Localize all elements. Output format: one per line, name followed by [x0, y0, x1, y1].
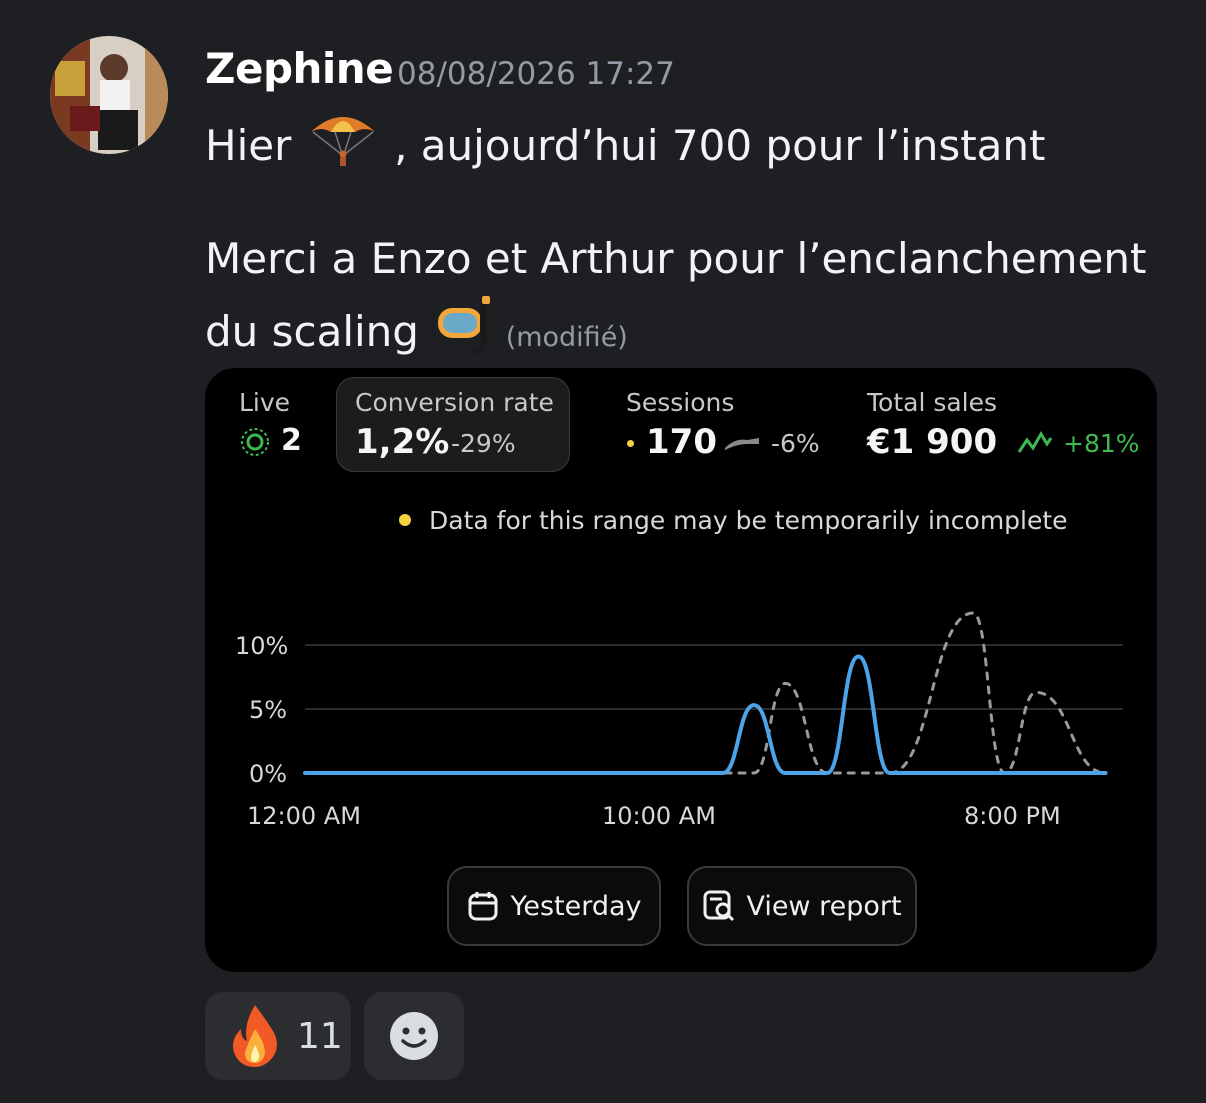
- message-timestamp: 08/08/2026 17:27: [397, 56, 675, 92]
- message-text: Hier: [205, 121, 292, 170]
- add-reaction-smiley-icon: [390, 1012, 438, 1060]
- reaction-count: 11: [297, 1015, 343, 1057]
- report-search-icon: [703, 890, 735, 922]
- fire-reaction[interactable]: 11: [205, 992, 351, 1080]
- message-text: , aujourd’hui 700 pour l’instant: [394, 121, 1046, 170]
- analytics-embed: Live 2 Conversion rate 1,2% -29% Session…: [205, 368, 1157, 972]
- add-reaction-button[interactable]: [364, 992, 464, 1080]
- view-report-label: View report: [746, 890, 902, 922]
- author-name[interactable]: Zephine: [205, 44, 394, 93]
- message-line-1: Hier , aujourd’hui 700 pour l’instant: [205, 108, 1046, 178]
- message-text: du scaling: [205, 307, 419, 356]
- x-tick-label: 12:00 AM: [247, 802, 361, 830]
- parachute-emoji-icon: [305, 108, 381, 178]
- x-tick-label: 8:00 PM: [964, 802, 1061, 830]
- diving-mask-emoji-icon: [432, 296, 492, 364]
- current-series-line: [303, 654, 1108, 776]
- conversion-rate-chart: [303, 611, 1123, 776]
- fire-emoji-icon: [233, 1005, 277, 1067]
- message-line-3: du scaling (modifié): [205, 296, 628, 364]
- comparison-series-line: [303, 611, 1108, 775]
- message-line-2: Merci a Enzo et Arthur pour l’enclanchem…: [205, 234, 1147, 283]
- x-tick-label: 10:00 AM: [602, 802, 716, 830]
- yesterday-label: Yesterday: [510, 890, 642, 922]
- edited-label: (modifié): [505, 322, 628, 353]
- yesterday-button[interactable]: Yesterday: [447, 866, 661, 946]
- view-report-button[interactable]: View report: [687, 866, 917, 946]
- calendar-icon: [468, 892, 498, 921]
- author-avatar[interactable]: [50, 36, 168, 154]
